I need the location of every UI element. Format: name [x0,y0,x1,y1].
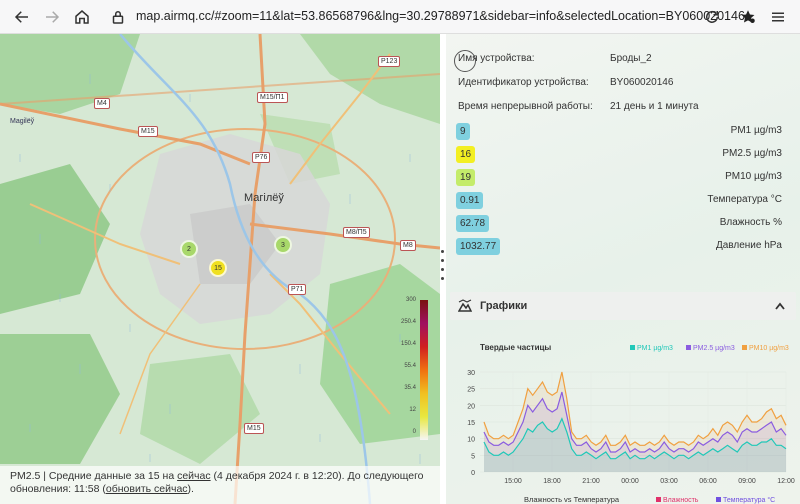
mountain-chart-icon [458,299,472,312]
legend-swatch [716,497,721,502]
pm-chart: Твердые частицы PM1 µg/m3 PM2.5 µg/m3 PM10 … [467,343,795,504]
map-view[interactable]: M4 M15 M15/П1 P123 P76 M8/П5 M8 P71 M15 … [0,34,440,504]
y-tick-label: 10 [467,437,475,444]
airport-label: Magilёў [10,118,35,125]
sensor-marker-selected[interactable]: 15 [209,259,227,277]
back-arrow-icon[interactable] [10,5,34,29]
legend-swatch [656,497,661,502]
y-tick-label: 5 [471,453,475,460]
uptime-value: 21 день и 1 минута [610,101,699,112]
road-label: P123 [378,56,401,67]
y-tick-label: 20 [467,403,475,410]
road-label: P76 [252,152,271,163]
x-tick-label: 21:00 [582,478,600,485]
x-tick-label: 15:00 [504,478,522,485]
measurement-row: 0.91 Температура °C [456,192,786,209]
color-scale-bar [420,300,428,440]
sidebar: Имя устройства: Броды_2 Идентификатор ус… [446,34,800,504]
home-icon[interactable] [70,5,94,29]
refresh-now-link[interactable]: обновить сейчас [106,483,188,495]
device-name-label: Имя устройства: [458,53,535,64]
road-label: M15/П1 [257,92,288,103]
legend-label: PM1 µg/m3 [637,345,673,352]
legend-swatch [630,345,635,350]
reload-icon[interactable] [700,5,724,29]
charts-title: Графики [480,300,528,312]
legend-label: PM2.5 µg/m3 [693,345,735,352]
y-tick-label: 25 [467,387,475,394]
legend-label: Влажность [663,497,699,504]
browser-toolbar: map.airmq.cc/#zoom=11&lat=53.86568796&ln… [0,0,800,34]
x-tick-label: 00:00 [621,478,639,485]
measurement-row: 16 PM2.5 µg/m3 [456,146,786,163]
bookmark-star-icon[interactable] [736,5,760,29]
forward-arrow-icon[interactable] [40,5,64,29]
value-badge: 9 [456,123,470,140]
measurement-row: 1032.77 Давление hPa [456,238,786,255]
x-tick-label: 09:00 [738,478,756,485]
y-tick-label: 30 [467,370,475,377]
legend-swatch [686,345,691,350]
chart-title: Твердые частицы [480,343,551,352]
device-id-value: BY060020146 [610,77,674,88]
road-label: M4 [94,98,110,109]
road-label: M15 [138,126,158,137]
chart-area: Твердые частицы PM1 µg/m3 PM2.5 µg/m3 PM10 … [450,336,798,504]
menu-icon[interactable] [766,5,790,29]
uptime-label: Время непрерывной работы: [458,101,593,112]
lock-icon [106,5,130,29]
measurement-row: 62.78 Влажность % [456,215,786,232]
sensor-marker[interactable]: 3 [274,236,292,254]
y-tick-label: 15 [467,420,475,427]
road-label: M8 [400,240,416,251]
road-label: M8/П5 [343,227,370,238]
value-badge: 1032.77 [456,238,501,255]
chart2-title: Влажность vs Температура [524,495,620,504]
value-badge: 62.78 [456,215,490,232]
x-tick-label: 18:00 [543,478,561,485]
chevron-up-icon[interactable] [774,301,786,311]
url-field[interactable]: map.airmq.cc/#zoom=11&lat=53.86568796&ln… [136,9,745,23]
legend-swatch [742,345,747,350]
x-tick-label: 06:00 [699,478,717,485]
value-badge: 0.91 [456,192,484,209]
city-label: Магілёў [244,192,284,204]
legend-label: PM10 µg/m3 [749,345,789,352]
y-tick-label: 0 [471,470,475,477]
color-scale: 300 250.4 150.4 55.4 35.4 12 0 [392,297,432,447]
measurement-row: 9 PM1 µg/m3 [456,123,786,140]
x-tick-label: 12:00 [777,478,795,485]
value-badge: 16 [456,146,476,163]
legend-label: Температура °C [723,496,775,504]
charts-section-header[interactable]: Графики [450,292,796,320]
now-link[interactable]: сейчас [177,470,211,482]
measurement-row: 19 PM10 µg/m3 [456,169,786,186]
device-name-value: Броды_2 [610,53,652,64]
map-footer: PM2.5 | Средние данные за 15 на сейчас (… [0,466,440,504]
sensor-marker[interactable]: 2 [180,240,198,258]
value-badge: 19 [456,169,476,186]
road-label: M15 [244,423,264,434]
x-tick-label: 03:00 [660,478,678,485]
road-label: P71 [288,284,307,295]
device-id-label: Идентификатор устройства: [458,77,589,88]
